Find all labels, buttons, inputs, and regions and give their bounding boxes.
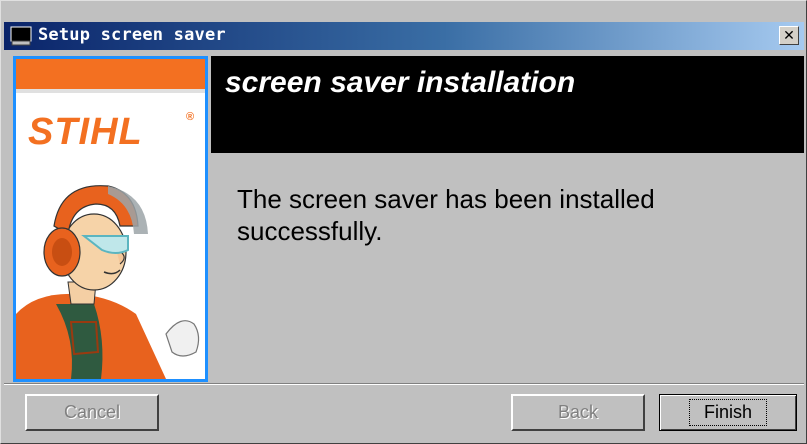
- stihl-logo: STIHL: [28, 111, 143, 153]
- cancel-button[interactable]: Cancel: [25, 394, 159, 431]
- setup-window: Setup screen saver ✕ STIHL ® screen save…: [0, 0, 807, 444]
- computer-icon: [10, 26, 32, 46]
- window-title: Setup screen saver: [38, 25, 226, 45]
- close-button[interactable]: ✕: [779, 26, 799, 45]
- finish-button-label: Finish: [688, 399, 767, 426]
- brand-color-bar: [16, 59, 205, 93]
- button-separator: [4, 383, 804, 385]
- status-message: The screen saver has been installed succ…: [237, 184, 655, 246]
- back-button[interactable]: Back: [511, 394, 645, 431]
- finish-button[interactable]: Finish: [659, 394, 797, 431]
- page-title: screen saver installation: [225, 66, 576, 99]
- brand-side-panel: STIHL ®: [13, 56, 208, 382]
- mascot-image: [16, 185, 200, 379]
- wizard-header: screen saver installation: [211, 56, 804, 153]
- close-icon: ✕: [783, 27, 795, 44]
- wizard-content: The screen saver has been installed succ…: [211, 153, 804, 382]
- title-bar[interactable]: Setup screen saver ✕: [4, 22, 804, 50]
- registered-mark: ®: [186, 111, 195, 123]
